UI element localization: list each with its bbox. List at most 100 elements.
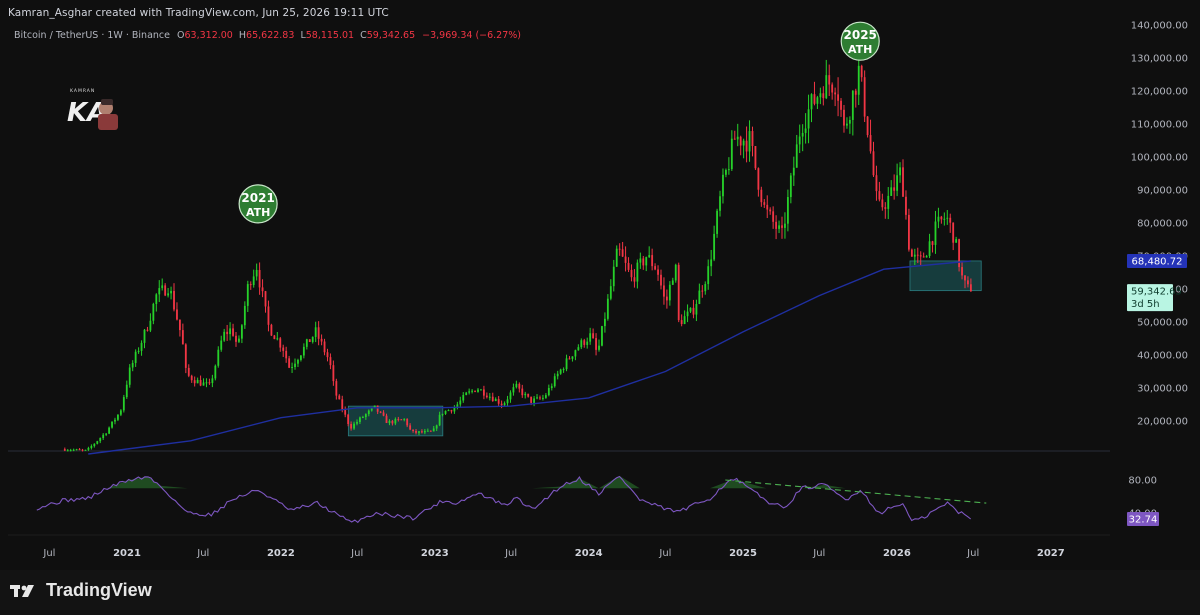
candle [657,265,659,281]
candle [255,263,258,281]
candle [813,81,816,106]
candle [240,324,243,344]
candle [772,206,775,229]
candle [326,348,329,362]
candle [692,299,695,319]
candle [291,362,293,373]
candle [462,392,465,403]
time-tick-label: Jul [504,548,517,559]
candle [509,390,512,403]
candle [491,392,494,402]
price-chart[interactable]: 2021ATH2025ATH 140,000.00130,000.00120,00… [0,0,1200,570]
footer-bar [0,570,1200,615]
candle [698,283,701,305]
time-tick-label: 2021 [113,548,141,559]
logo-subtext: KAMRAN [70,88,95,94]
candle [75,448,78,451]
tradingview-footer[interactable]: TradingView [10,580,152,601]
candle [102,433,105,440]
time-axis[interactable]: Jul 2021 Jul 2022 Jul 2023 Jul 2024 Jul 2025 Jul 20… [42,548,1064,559]
chart-window: Kamran_Asghar created with TradingView.c… [0,0,1200,615]
candle [217,346,220,368]
candle [910,248,913,257]
candle [665,289,668,309]
candle [556,370,559,380]
candle [246,280,249,313]
candle [922,252,925,258]
candle [308,339,311,343]
candle [338,394,341,400]
candle [725,168,727,178]
candle [332,360,335,386]
time-tick-label: Jul [42,548,55,559]
candle [542,394,544,401]
candle [235,332,237,347]
candle [887,187,890,220]
candle [229,322,232,341]
candle [609,279,612,301]
candle [736,123,739,147]
tradingview-brand: TradingView [46,580,152,600]
price-axis[interactable]: 140,000.00 130,000.00 120,000.00 110,000.00… [1127,21,1188,428]
candle [604,312,606,333]
candle [595,333,597,356]
candle [474,390,476,393]
candle [754,146,757,170]
candle [329,353,332,370]
candle [760,186,763,207]
candle [577,344,580,351]
candle [99,437,102,444]
candle [798,124,801,154]
candle [574,349,577,361]
time-tick-label: 2024 [575,548,603,559]
kamran-asghar-avatar-logo: KAMRANKA [67,88,118,130]
candle [190,374,193,383]
candle [344,406,347,418]
candle [93,443,96,448]
rsi-value-tag: 32.74 [1127,511,1159,526]
candle [105,432,108,437]
candle [488,393,491,401]
candle [87,446,90,451]
time-tick-label: Jul [350,548,363,559]
candle [875,165,878,201]
candle [158,280,161,303]
candle [683,310,686,325]
candle [851,90,854,136]
candle [769,207,772,215]
candle [264,290,267,313]
candle [645,256,648,272]
candle [471,389,474,394]
candle [819,87,822,105]
candle [580,338,583,350]
candle [184,343,187,374]
candle [878,181,881,202]
candle [161,278,164,291]
price-pane: 2021ATH2025ATH [8,21,1110,536]
candle [238,335,240,344]
candle [896,163,899,197]
time-tick-label: 2023 [421,548,449,559]
candle [539,395,541,401]
candle [252,269,255,288]
candle [940,215,943,224]
candle [592,328,595,339]
candle [226,324,229,341]
candle [143,328,146,349]
candle [134,349,137,367]
candle [899,162,901,183]
candle [565,354,568,372]
candle [686,304,689,323]
candle [243,301,246,329]
candle [843,104,845,133]
candle [128,364,131,388]
candle [305,338,308,350]
rsi-pane: 80.0040.0032.74 [36,476,1159,526]
candle [477,388,479,393]
candle-countdown: 3d 5h [1131,299,1160,310]
candle [167,287,170,298]
time-tick-label: Jul [196,548,209,559]
ma-price-tag: 68,480.72 [1127,254,1187,269]
candle [598,339,600,352]
time-tick-label: 2026 [883,548,911,559]
